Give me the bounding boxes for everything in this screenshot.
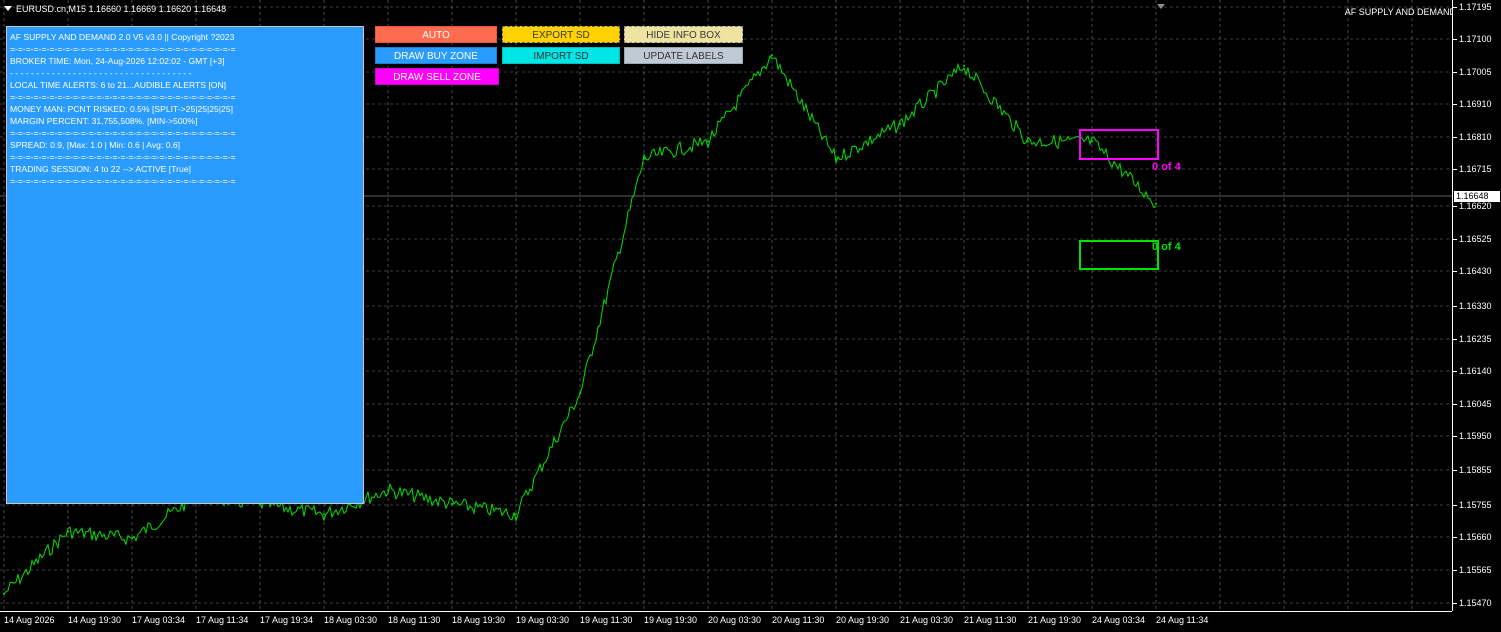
- price-point: [515, 513, 517, 516]
- auto-button[interactable]: AUTO: [375, 26, 497, 43]
- price-point: [963, 64, 965, 67]
- time-label: 20 Aug 11:30: [772, 615, 825, 625]
- time-label: 14 Aug 2026: [4, 615, 55, 625]
- price-label: 1.16620: [1453, 201, 1492, 211]
- time-label: 18 Aug 11:30: [388, 615, 441, 625]
- info-box: AF SUPPLY AND DEMAND 2.0 V5 v3.0 || Copy…: [6, 26, 364, 504]
- price-label: 1.17195: [1453, 2, 1492, 12]
- price-point: [67, 530, 69, 533]
- time-label: 17 Aug 03:34: [132, 615, 186, 625]
- sell-zone-rectangle[interactable]: [1079, 129, 1159, 160]
- price-point: [1027, 140, 1029, 143]
- price-point: [387, 489, 389, 492]
- time-label: 21 Aug 19:30: [1028, 615, 1082, 625]
- time-label: 19 Aug 11:30: [580, 615, 633, 625]
- info-separator: - - - - - - - - - - - - - - - - - - - - …: [10, 68, 192, 78]
- info-money-man: MONEY MAN: PCNT RISKED: 0.5% [SPLIT->25|…: [10, 104, 233, 114]
- time-label: 18 Aug 19:30: [452, 615, 506, 625]
- info-trading-session: TRADING SESSION: 4 to 22 --> ACTIVE [Tru…: [10, 164, 191, 174]
- price-label: 1.15950: [1453, 431, 1492, 441]
- buy-zone-rectangle[interactable]: [1079, 240, 1159, 270]
- time-label: 17 Aug 19:34: [260, 615, 314, 625]
- price-point: [899, 123, 901, 126]
- update-labels-button[interactable]: UPDATE LABELS: [624, 47, 743, 64]
- info-separator: =-=-=-=-=-=-=-=-=-=-=-=-=-=-=-=-=-=-=-=-…: [10, 44, 236, 54]
- price-label: 1.17100: [1453, 34, 1492, 44]
- price-point: [1155, 202, 1157, 205]
- price-label: 1.16330: [1453, 301, 1492, 311]
- price-point: [835, 157, 837, 160]
- draw-sell-zone-button[interactable]: DRAW SELL ZONE: [375, 68, 499, 85]
- price-label: 1.17005: [1453, 67, 1492, 77]
- price-point: [451, 503, 453, 505]
- symbol-quote: EURUSD.cn,M15 1.16660 1.16669 1.16620 1.…: [16, 4, 227, 14]
- buy-zone-label: 0 of 4: [1152, 241, 1181, 253]
- price-label: 1.15855: [1453, 465, 1492, 475]
- hide-info-box-button[interactable]: HIDE INFO BOX: [624, 26, 743, 43]
- price-label: 1.16045: [1453, 399, 1492, 409]
- price-point: [643, 157, 645, 160]
- time-label: 14 Aug 19:30: [68, 615, 122, 625]
- price-label: 1.16715: [1453, 164, 1492, 174]
- time-axis[interactable]: 14 Aug 2026 14 Aug 19:30 17 Aug 03:34 17…: [0, 611, 1452, 632]
- price-axis[interactable]: 1.17195 1.17100 1.17005 1.16910 1.16810 …: [1452, 0, 1501, 611]
- draw-buy-zone-button[interactable]: DRAW BUY ZONE: [375, 47, 497, 64]
- info-local-alerts: LOCAL TIME ALERTS: 6 to 21...AUDIBLE ALE…: [10, 80, 227, 90]
- time-label: 18 Aug 03:30: [324, 615, 378, 625]
- dropdown-triangle-icon[interactable]: [4, 6, 12, 11]
- current-price-label: 1.16648: [1454, 191, 1500, 202]
- price-label: 1.16140: [1453, 366, 1492, 376]
- time-label: 21 Aug 11:30: [964, 615, 1017, 625]
- price-label: 1.15660: [1453, 532, 1492, 542]
- info-spread: SPREAD: 0.9, [Max: 1.0 | Min: 0.6 | Avg:…: [10, 140, 181, 150]
- price-point: [771, 54, 773, 57]
- price-point: [579, 392, 581, 395]
- price-label: 1.15470: [1453, 598, 1492, 608]
- time-label: 19 Aug 03:30: [516, 615, 570, 625]
- info-separator: =-=-=-=-=-=-=-=-=-=-=-=-=-=-=-=-=-=-=-=-…: [10, 92, 236, 102]
- price-point: [3, 592, 5, 595]
- price-label: 1.16525: [1453, 234, 1492, 244]
- sell-zone-label: 0 of 4: [1152, 161, 1181, 173]
- price-label: 1.15755: [1453, 500, 1492, 510]
- import-sd-button[interactable]: IMPORT SD: [502, 47, 620, 64]
- price-point: [323, 513, 325, 516]
- info-separator: =-=-=-=-=-=-=-=-=-=-=-=-=-=-=-=-=-=-=-=-…: [10, 152, 236, 162]
- time-label: 20 Aug 03:30: [708, 615, 762, 625]
- info-title: AF SUPPLY AND DEMAND 2.0 V5 v3.0 || Copy…: [10, 32, 235, 42]
- time-label: 17 Aug 11:34: [196, 615, 249, 625]
- info-separator: =-=-=-=-=-=-=-=-=-=-=-=-=-=-=-=-=-=-=-=-…: [10, 176, 236, 186]
- info-margin-percent: MARGIN PERCENT: 31,755,508%. [MIN->500%]: [10, 116, 198, 126]
- time-label: 24 Aug 11:34: [1156, 615, 1209, 625]
- price-label: 1.15565: [1453, 565, 1492, 575]
- price-label: 1.16910: [1453, 99, 1492, 109]
- time-label: 21 Aug 03:30: [900, 615, 954, 625]
- chart-shift-marker-icon[interactable]: [1157, 4, 1165, 9]
- price-point: [707, 140, 709, 143]
- export-sd-button[interactable]: EXPORT SD: [502, 26, 620, 43]
- price-label: 1.16235: [1453, 334, 1492, 344]
- time-label: 20 Aug 19:30: [836, 615, 890, 625]
- info-separator: =-=-=-=-=-=-=-=-=-=-=-=-=-=-=-=-=-=-=-=-…: [10, 128, 236, 138]
- info-broker-time: BROKER TIME: Mon, 24-Aug-2026 12:02:02 -…: [10, 56, 225, 66]
- price-label: 1.16810: [1453, 132, 1492, 142]
- symbol-header: EURUSD.cn,M15 1.16660 1.16669 1.16620 1.…: [4, 4, 226, 14]
- price-label: 1.16430: [1453, 266, 1492, 276]
- price-point: [131, 537, 133, 540]
- time-label: 19 Aug 19:30: [644, 615, 698, 625]
- time-label: 24 Aug 03:34: [1092, 615, 1146, 625]
